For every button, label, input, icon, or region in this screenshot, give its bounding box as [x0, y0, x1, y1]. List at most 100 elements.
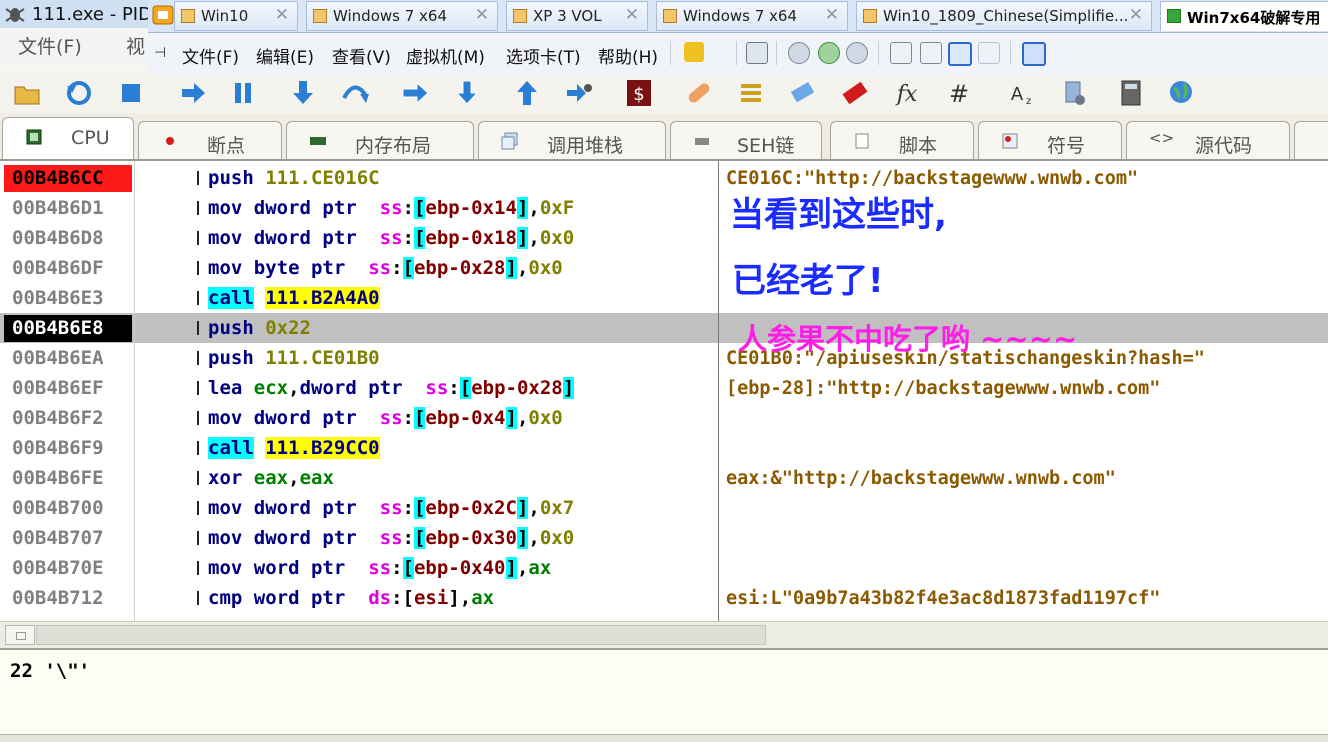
patch-icon[interactable]	[684, 78, 714, 108]
unity-icon[interactable]	[978, 42, 1000, 64]
pin-icon[interactable]: ⊣	[154, 45, 166, 61]
vm-tab-win10-1809[interactable]: Win10_1809_Chinese(Simplifie... ✕	[856, 1, 1152, 31]
pause-icon[interactable]	[684, 42, 704, 62]
jump-gutter-mark	[197, 471, 199, 485]
run-icon[interactable]	[178, 78, 208, 108]
send-keys-icon[interactable]	[746, 42, 768, 64]
disasm-row[interactable]: 00B4B6E8 push 0x22	[0, 313, 1328, 343]
vm-menu-help[interactable]: 帮助(H)	[598, 43, 658, 68]
font-icon[interactable]: Az	[1004, 78, 1034, 108]
symbols-icon	[1002, 133, 1018, 149]
tab-script[interactable]: 脚本	[830, 121, 974, 159]
tab-seh-chain[interactable]: SEH链	[670, 121, 822, 159]
close-icon[interactable]: ✕	[475, 5, 489, 25]
disasm-row[interactable]: 00B4B6DF mov byte ptr ss:[ebp-0x28],0x0	[0, 253, 1328, 283]
debugger-menu-file[interactable]: 文件(F)	[18, 32, 82, 59]
vm-menu-edit[interactable]: 编辑(E)	[256, 43, 314, 68]
disasm-row[interactable]: 00B4B700 mov dword ptr ss:[ebp-0x2C],0x7	[0, 493, 1328, 523]
horizontal-scrollbar[interactable]	[0, 621, 1328, 648]
disasm-row[interactable]: 00B4B6EF lea ecx,dword ptr ss:[ebp-0x28][…	[0, 373, 1328, 403]
stop-icon[interactable]	[116, 78, 146, 108]
debugger-menu-bar: 文件(F) 视	[0, 28, 150, 64]
memory-tag-icon[interactable]	[840, 78, 870, 108]
scroll-left-button[interactable]	[5, 625, 35, 645]
vm-menu-file[interactable]: 文件(F)	[182, 43, 239, 68]
settings-icon[interactable]	[1060, 78, 1090, 108]
svg-text:#: #	[949, 80, 969, 108]
disasm-row[interactable]: 00B4B707 mov dword ptr ss:[ebp-0x30],0x0	[0, 523, 1328, 553]
tab-call-stack[interactable]: 调用堆栈	[478, 121, 666, 159]
snapshot-manager-icon[interactable]	[846, 42, 868, 64]
close-icon[interactable]: ✕	[825, 5, 839, 25]
step-over-icon[interactable]	[340, 78, 370, 108]
restart-icon[interactable]	[64, 78, 94, 108]
script-icon[interactable]: $	[624, 78, 654, 108]
call-stack-icon	[501, 132, 518, 150]
tab-memory-map[interactable]: 内存布局	[286, 121, 474, 159]
console-view-icon[interactable]	[1022, 42, 1046, 66]
memory-operand: ebp-0x4	[425, 407, 506, 429]
hash-icon[interactable]: #	[944, 78, 974, 108]
disasm-row[interactable]: 00B4B70E mov word ptr ss:[ebp-0x40],ax	[0, 553, 1328, 583]
vm-tab-windows7-a[interactable]: Windows 7 x64 ✕	[306, 1, 498, 31]
vm-menu-vm[interactable]: 虚拟机(M)	[406, 43, 485, 68]
disasm-row[interactable]: 00B4B6D8 mov dword ptr ss:[ebp-0x18],0x0	[0, 223, 1328, 253]
disasm-row-partial[interactable]	[0, 613, 1328, 621]
operand: 0x7	[539, 497, 575, 519]
tab-breakpoints[interactable]: 断点	[138, 121, 282, 159]
close-icon[interactable]: ✕	[625, 5, 639, 25]
comment-column-divider[interactable]	[718, 161, 719, 621]
globe-icon[interactable]	[1166, 78, 1196, 108]
thumbnail-icon[interactable]	[920, 42, 942, 64]
vm-menu-tabs[interactable]: 选项卡(T)	[506, 43, 581, 68]
vm-tab-windows7-b[interactable]: Windows 7 x64 ✕	[656, 1, 848, 31]
vm-tab-win10[interactable]: Win10 ✕	[174, 1, 298, 31]
operand: 111.CE016C	[265, 167, 380, 189]
snapshot-icon[interactable]	[788, 42, 810, 64]
scrollbar-thumb[interactable]	[36, 625, 766, 645]
vm-tab-xp[interactable]: XP 3 VOL ✕	[506, 1, 648, 31]
tab-cpu[interactable]: CPU	[2, 117, 134, 159]
pause-icon[interactable]	[228, 78, 258, 108]
vmware-home-icon[interactable]	[150, 2, 176, 28]
disasm-row[interactable]: 00B4B6F2 mov dword ptr ss:[ebp-0x4],0x0	[0, 403, 1328, 433]
vm-menu-view[interactable]: 查看(V)	[332, 43, 391, 68]
revert-snapshot-icon[interactable]	[818, 42, 840, 64]
segment: ds	[368, 587, 392, 609]
disasm-row[interactable]: 00B4B6E3 call 111.B2A4A0	[0, 283, 1328, 313]
disasm-row[interactable]: 00B4B6D1 mov dword ptr ss:[ebp-0x14],0xF	[0, 193, 1328, 223]
trace-into-icon[interactable]	[400, 78, 430, 108]
disassembly-view[interactable]: 00B4B6CC push 111.CE016C CE016C:"http://ba…	[0, 161, 1328, 621]
disasm-row[interactable]: 00B4B6CC push 111.CE016C CE016C:"http://ba…	[0, 163, 1328, 193]
function-icon[interactable]: fx	[892, 78, 922, 108]
segment: ss	[379, 407, 403, 429]
tab-source[interactable]: <> 源代码	[1126, 121, 1290, 159]
fullscreen-icon[interactable]	[948, 42, 972, 66]
trace-over-icon[interactable]	[452, 78, 482, 108]
sidebar-icon[interactable]	[890, 42, 912, 64]
execute-till-return-icon[interactable]	[512, 78, 542, 108]
bracket: [	[413, 227, 426, 249]
disasm-row[interactable]: 00B4B6F9 call 111.B29CC0	[0, 433, 1328, 463]
disasm-row[interactable]: 00B4B6EA push 111.CE01B0 CE01B0:"/apiusesk…	[0, 343, 1328, 373]
threads-icon[interactable]	[736, 78, 766, 108]
operand: 0x0	[539, 227, 575, 249]
run-to-user-code-icon[interactable]	[564, 78, 594, 108]
memory-operand: ebp-0x28	[471, 377, 563, 399]
tab-symbols[interactable]: 符号	[978, 121, 1122, 159]
disasm-row[interactable]: 00B4B712 cmp word ptr ds:[esi],ax esi:L"0a…	[0, 583, 1328, 613]
close-icon[interactable]: ✕	[275, 5, 289, 25]
debugger-menu-view[interactable]: 视	[126, 32, 145, 59]
operand: dword ptr	[253, 527, 357, 549]
tab-label: 内存布局	[355, 135, 432, 157]
calculator-icon[interactable]	[1116, 78, 1146, 108]
close-icon[interactable]: ✕	[1129, 5, 1143, 25]
step-into-icon[interactable]	[288, 78, 318, 108]
open-folder-icon[interactable]	[12, 78, 42, 108]
tab-more[interactable]	[1294, 121, 1328, 159]
tab-label: 调用堆栈	[547, 135, 624, 157]
address-cell: 00B4B6F9	[12, 437, 104, 459]
vm-tab-win7x64-crack[interactable]: Win7x64破解专用	[1160, 1, 1328, 31]
handles-icon[interactable]	[788, 78, 818, 108]
disasm-row[interactable]: 00B4B6FE xor eax,eax eax:&"http://backstag…	[0, 463, 1328, 493]
